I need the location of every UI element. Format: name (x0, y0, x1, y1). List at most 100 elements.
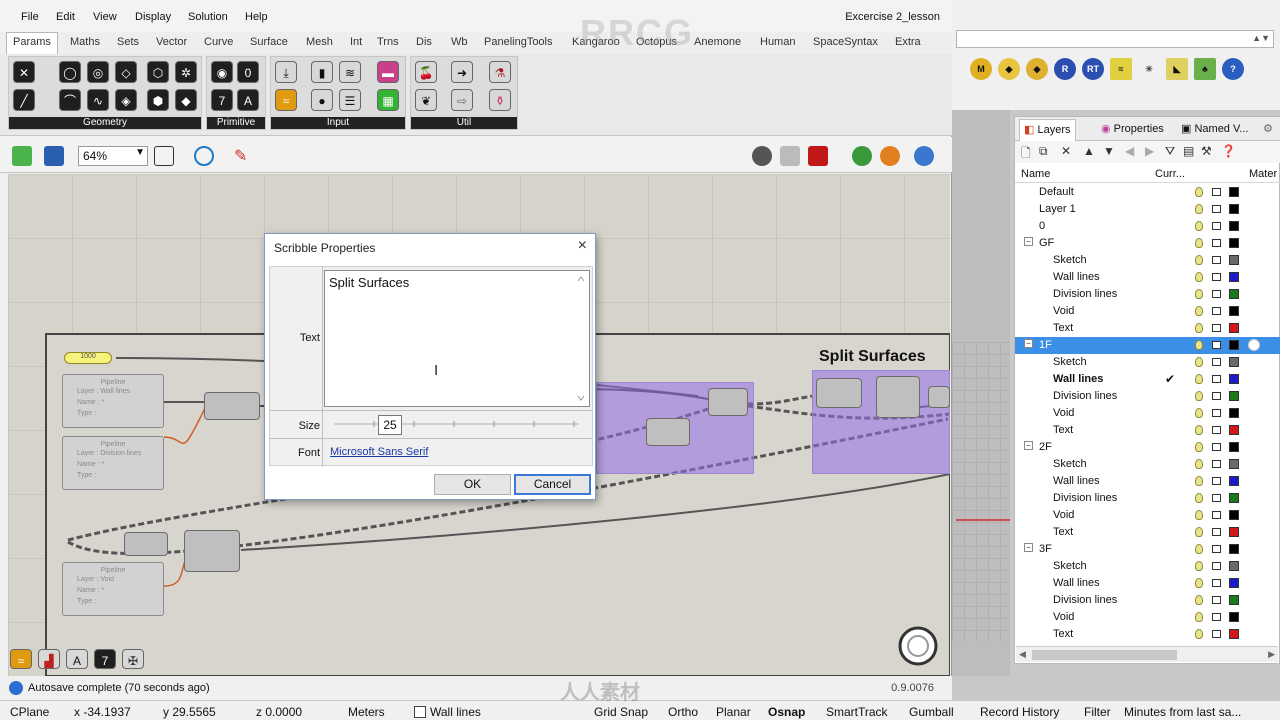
integer-param-icon[interactable]: 0 (237, 61, 259, 83)
layer-color-swatch[interactable] (1229, 221, 1239, 231)
lock-icon[interactable] (1212, 341, 1221, 349)
layer-name[interactable]: Sketch (1053, 458, 1087, 470)
collapse-icon[interactable]: − (1024, 237, 1033, 246)
visibility-bulb-icon[interactable] (1195, 510, 1203, 520)
delete-icon[interactable]: ✕ (1061, 144, 1071, 158)
layer-color-swatch[interactable] (1229, 544, 1239, 554)
new-sublayer-icon[interactable]: ⧉ (1039, 144, 1048, 159)
lock-icon[interactable] (1212, 239, 1221, 247)
lock-icon[interactable] (1212, 426, 1221, 434)
lock-icon[interactable] (1212, 630, 1221, 638)
current-layer-check-icon[interactable]: ✔ (1165, 372, 1175, 386)
lock-icon[interactable] (1212, 579, 1221, 587)
lock-icon[interactable] (1212, 494, 1221, 502)
tools-icon[interactable]: ⚒ (1201, 144, 1212, 158)
close-icon[interactable]: × (578, 237, 587, 255)
font-link[interactable]: Microsoft Sans Serif (330, 446, 428, 458)
zoom-extents-icon[interactable] (154, 146, 174, 166)
lock-icon[interactable] (1212, 511, 1221, 519)
graph-mapper-icon[interactable]: ≈ (10, 649, 32, 669)
visibility-bulb-icon[interactable] (1195, 357, 1203, 367)
plane-param-icon[interactable]: ◈ (115, 89, 137, 111)
layer-row[interactable]: Text (1015, 422, 1280, 439)
number-icon[interactable]: 7 (94, 649, 116, 669)
lock-icon[interactable] (1212, 545, 1221, 553)
new-layer-icon[interactable]: 🗋 (1021, 144, 1031, 165)
polyline-param-icon[interactable]: ∿ (87, 89, 109, 111)
layer-row[interactable]: Wall lines ✔ (1015, 371, 1280, 388)
collapse-icon[interactable]: − (1024, 339, 1033, 348)
layer-color-swatch[interactable] (1229, 459, 1239, 469)
tab-layers[interactable]: ◧ Layers (1019, 119, 1076, 141)
lock-icon[interactable] (1212, 290, 1221, 298)
lock-icon[interactable] (1212, 562, 1221, 570)
layer-row[interactable]: Text (1015, 524, 1280, 541)
layer-states-icon[interactable]: ▤ (1183, 144, 1194, 158)
layer-name[interactable]: GF (1039, 237, 1054, 249)
layer-color-swatch[interactable] (1229, 629, 1239, 639)
layer-name[interactable]: Wall lines (1053, 475, 1100, 487)
open-icon[interactable] (12, 146, 32, 166)
lock-icon[interactable] (1212, 375, 1221, 383)
grid-snap-toggle[interactable]: Grid Snap (594, 705, 648, 719)
layer-row[interactable]: Sketch (1015, 354, 1280, 371)
visibility-bulb-icon[interactable] (1195, 374, 1203, 384)
render-icon[interactable]: R (1054, 58, 1076, 80)
size-slider[interactable] (334, 417, 584, 437)
tag-icon[interactable]: ◆ (998, 58, 1020, 80)
scroll-thumb[interactable] (1032, 650, 1177, 660)
component-cull[interactable] (708, 388, 748, 416)
lock-icon[interactable] (1212, 443, 1221, 451)
color-swatch-icon[interactable]: ▬ (377, 61, 399, 83)
layer-row[interactable]: Wall lines (1015, 473, 1280, 490)
tab-mesh[interactable]: Mesh (306, 36, 333, 48)
ok-button[interactable]: OK (434, 474, 511, 495)
menu-display[interactable]: Display (135, 11, 171, 23)
matrix-icon[interactable]: ▦ (377, 89, 399, 111)
layer-color-swatch[interactable] (1229, 374, 1239, 384)
layer-row[interactable]: Division lines (1015, 592, 1280, 609)
menu-solution[interactable]: Solution (188, 11, 228, 23)
layer-color-swatch[interactable] (1229, 255, 1239, 265)
visibility-bulb-icon[interactable] (1195, 629, 1203, 639)
component-split-brep[interactable] (876, 376, 920, 418)
menu-file[interactable]: File (21, 11, 39, 23)
lock-icon[interactable] (1212, 613, 1221, 621)
surface-param-icon[interactable]: ◇ (115, 61, 137, 83)
lock-icon[interactable] (1212, 528, 1221, 536)
layer-color-swatch[interactable] (1229, 442, 1239, 452)
display-sphere-icon[interactable] (914, 146, 934, 166)
visibility-bulb-icon[interactable] (1195, 459, 1203, 469)
save-icon[interactable] (44, 146, 64, 166)
visibility-bulb-icon[interactable] (1195, 578, 1203, 588)
visibility-bulb-icon[interactable] (1195, 493, 1203, 503)
record-history-toggle[interactable]: Record History (980, 705, 1059, 719)
menu-help[interactable]: Help (245, 11, 268, 23)
layer-row[interactable]: Default (1015, 184, 1280, 201)
raytrace-icon[interactable]: RT (1082, 58, 1104, 80)
size-value[interactable]: 25 (378, 415, 402, 435)
visibility-bulb-icon[interactable] (1195, 323, 1203, 333)
layer-color-swatch[interactable] (1229, 391, 1239, 401)
tab-properties[interactable]: ◉ Properties (1101, 122, 1164, 135)
layer-color-swatch[interactable] (1229, 425, 1239, 435)
tab-dis[interactable]: Dis (416, 36, 432, 48)
help-icon[interactable]: ? (1222, 58, 1244, 80)
layer-name[interactable]: Division lines (1053, 288, 1117, 300)
tab-trns[interactable]: Trns (377, 36, 399, 48)
layer-name[interactable]: Void (1053, 611, 1074, 623)
circle-param-icon[interactable]: ◯ (59, 61, 81, 83)
filter-toggle[interactable]: Filter (1084, 705, 1111, 719)
scroll-left-icon[interactable]: ◀ (1019, 649, 1026, 660)
component-equality[interactable] (646, 418, 690, 446)
osnap-toggle[interactable]: Osnap (768, 705, 805, 719)
tree-icon[interactable]: ❦ (415, 89, 437, 111)
layer-name[interactable]: 1F (1039, 339, 1052, 351)
lock-icon[interactable] (1212, 205, 1221, 213)
move-right-icon[interactable]: ▶ (1145, 144, 1154, 158)
pipeline-wall-lines[interactable]: Pipeline Layer : Wall lines Name : * Typ… (62, 374, 164, 428)
point-param-icon[interactable]: ✕ (13, 61, 35, 83)
visibility-bulb-icon[interactable] (1195, 187, 1203, 197)
layer-color-swatch[interactable] (1229, 204, 1239, 214)
layer-color-swatch[interactable] (1229, 306, 1239, 316)
